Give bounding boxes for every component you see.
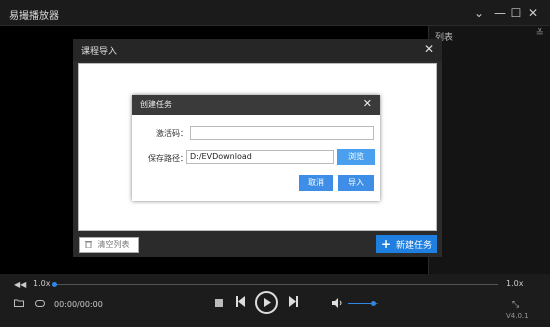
progress-bar[interactable] [54,284,498,285]
playlist-panel: 列表 ≚ [428,26,550,274]
import-button[interactable]: 导入 [338,175,374,191]
speed-left-label[interactable]: 1.0x [33,279,50,288]
save-path-input[interactable]: D:/EVDownload [186,150,334,164]
maximize-button[interactable]: ☐ [507,4,525,22]
control-bar: ◀◀ 1.0x 1.0x 00:00/00:00 ⤡ V4.0.1 [0,274,550,327]
task-dialog-header: 创建任务 ✕ [132,95,380,115]
previous-icon[interactable] [236,296,245,307]
app-title: 易撮播放器 [9,11,59,22]
close-button[interactable]: ✕ [524,4,542,22]
new-task-button[interactable]: + 新建任务 [376,235,437,253]
play-button[interactable] [255,291,278,314]
volume-slider-handle[interactable] [371,301,376,306]
volume-icon[interactable] [332,298,343,308]
next-icon[interactable] [289,296,298,307]
task-dialog-title: 创建任务 [140,100,172,109]
activation-code-label: 激活码： [156,129,188,138]
dialog-header: 课程导入 ✕ [73,39,442,61]
rewind-icon[interactable]: ◀◀ [14,280,26,289]
fullscreen-icon[interactable]: ⤡ [512,300,519,310]
version-label: V4.0.1 [506,312,529,320]
create-task-dialog: 创建任务 ✕ 激活码： 保存路径： D:/EVDownload 浏览 取消 导入 [132,95,380,201]
speed-right-label[interactable]: 1.0x [506,279,523,288]
clear-list-button[interactable]: 清空列表 [79,237,139,253]
activation-code-input[interactable] [190,126,374,140]
folder-icon[interactable] [14,299,24,307]
browse-button[interactable]: 浏览 [337,149,375,165]
dialog-title: 课程导入 [81,47,118,57]
title-bar: 易撮播放器 ⌄ — ☐ ✕ [0,0,550,26]
close-icon[interactable]: ✕ [424,42,434,56]
loop-icon[interactable] [35,300,45,307]
new-task-label: 新建任务 [395,241,432,251]
collapse-icon[interactable]: ≚ [536,28,544,39]
plus-icon: + [381,237,392,251]
save-path-label: 保存路径： [148,154,188,163]
trash-icon [85,241,92,249]
clear-list-label: 清空列表 [97,240,130,249]
volume-slider-fill [348,303,373,304]
play-icon [264,298,271,307]
close-icon[interactable]: ✕ [363,97,372,110]
time-display: 00:00/00:00 [54,300,103,309]
cancel-button[interactable]: 取消 [299,175,333,191]
dropdown-icon[interactable]: ⌄ [470,4,488,22]
stop-icon[interactable] [215,299,223,307]
progress-handle[interactable] [52,282,57,287]
